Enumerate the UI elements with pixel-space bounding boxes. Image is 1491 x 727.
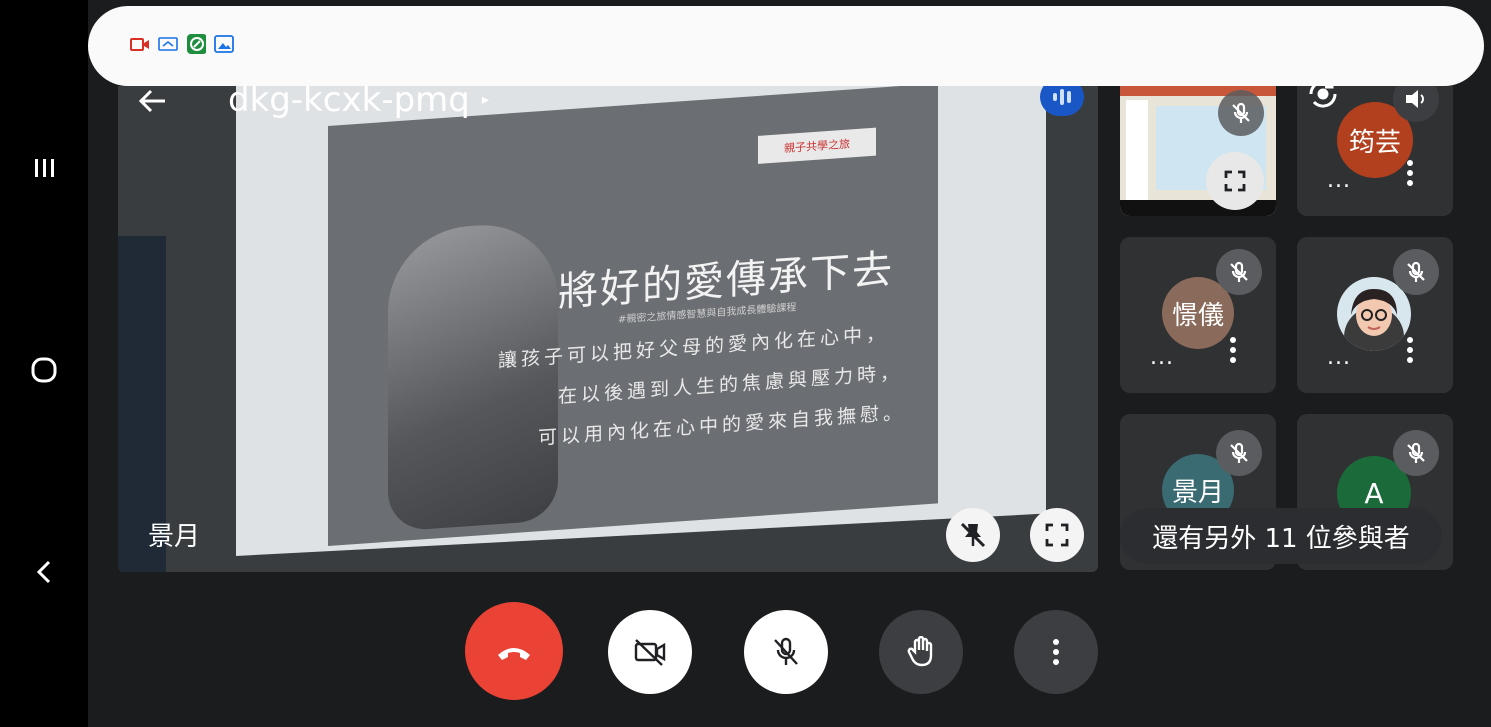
- system-navigation-bar: [0, 0, 88, 727]
- recent-apps-button[interactable]: [22, 146, 66, 190]
- participant-tile-jingyi[interactable]: 憬儀 ...: [1120, 237, 1276, 393]
- slide-photo: [388, 219, 558, 532]
- ppt-thumbnails: [1126, 100, 1148, 200]
- unpin-icon: [960, 522, 986, 548]
- home-button[interactable]: [22, 348, 66, 392]
- camera-off-icon: [634, 639, 666, 666]
- notification-bar[interactable]: [88, 6, 1484, 86]
- mic-off-icon: [1230, 442, 1248, 463]
- more-options-button[interactable]: [1014, 610, 1098, 694]
- slide-logo: 親子共學之旅: [758, 127, 876, 164]
- hang-up-icon: [498, 648, 530, 660]
- tile-more-options[interactable]: [1405, 337, 1415, 363]
- raise-hand-icon: [907, 636, 933, 667]
- more-vert-icon: [1051, 639, 1061, 665]
- speaker-icon: [1406, 90, 1424, 108]
- participant-tile-cartoon[interactable]: ...: [1297, 237, 1453, 393]
- tile-fullscreen-button[interactable]: [1206, 152, 1264, 210]
- fullscreen-icon: [1224, 170, 1246, 192]
- unpin-button[interactable]: [946, 508, 1000, 562]
- mic-off-icon: [1407, 442, 1425, 463]
- meeting-code[interactable]: dkg-kcxk-pmq ▸: [228, 80, 489, 120]
- mic-off-badge: [1216, 430, 1262, 476]
- meeting-code-text: dkg-kcxk-pmq: [228, 80, 470, 120]
- mic-toggle-button[interactable]: [744, 610, 828, 694]
- mic-off-icon: [1230, 261, 1248, 282]
- leave-back-button[interactable]: [134, 86, 170, 116]
- recent-apps-icon: [35, 159, 54, 177]
- mic-off-badge: [1216, 249, 1262, 295]
- main-participant-name: 景月: [148, 522, 201, 552]
- green-app-icon: [186, 34, 206, 54]
- main-video[interactable]: 親子共學之旅 將好的愛傳承下去 #親密之旅情感智慧與自我成長體驗課程 讓孩子可以…: [118, 86, 1098, 572]
- home-icon: [31, 357, 57, 383]
- camera-toggle-button[interactable]: [608, 610, 692, 694]
- back-icon: [36, 560, 51, 584]
- back-button[interactable]: [22, 550, 66, 594]
- tile-more-options[interactable]: [1228, 337, 1238, 363]
- raise-hand-button[interactable]: [879, 610, 963, 694]
- mic-off-badge: [1393, 430, 1439, 476]
- other-participants-label[interactable]: 還有另外 11 位參與者: [1120, 508, 1442, 564]
- gallery-icon: [214, 34, 234, 54]
- video-record-icon: [130, 34, 150, 54]
- mic-off-icon: [774, 637, 798, 665]
- mic-off-badge: [1218, 90, 1264, 136]
- mic-off-icon: [1407, 261, 1425, 282]
- mic-off-badge: [1393, 249, 1439, 295]
- mic-off-icon: [1232, 102, 1250, 123]
- participant-name: ...: [1327, 168, 1351, 193]
- fullscreen-button[interactable]: [1030, 508, 1084, 562]
- hang-up-button[interactable]: [465, 602, 563, 700]
- back-arrow-icon: [138, 89, 165, 113]
- presentation-slide: 親子共學之旅 將好的愛傳承下去 #親密之旅情感智慧與自我成長體驗課程 讓孩子可以…: [328, 86, 938, 547]
- meeting-details-caret: ▸: [481, 92, 489, 108]
- fullscreen-icon: [1045, 523, 1069, 547]
- participant-name: ...: [1150, 345, 1174, 370]
- participant-name: ...: [1327, 345, 1351, 370]
- screen-cast-icon: [158, 34, 178, 54]
- tile-more-options[interactable]: [1405, 160, 1415, 186]
